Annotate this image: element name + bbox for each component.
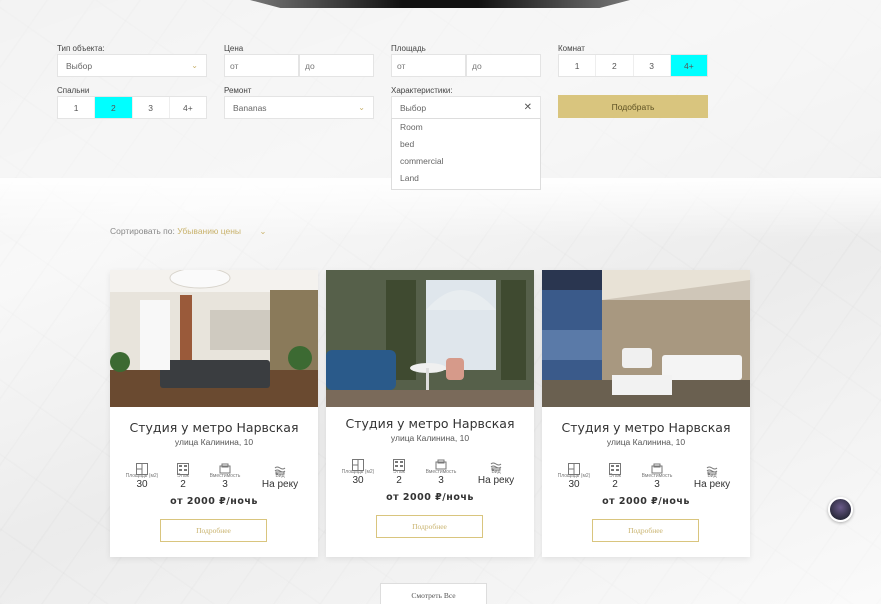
view-all-button[interactable]: Смотреть Все <box>380 583 487 604</box>
listing-photo <box>110 270 318 407</box>
renovation-label: Ремонт <box>224 86 252 95</box>
chevron-down-icon: ⌄ <box>259 226 267 236</box>
renovation-select[interactable]: Bananas ⌄ <box>224 96 374 119</box>
object-type-value: Выбор <box>66 60 93 71</box>
bedrooms-option[interactable]: 3 <box>133 97 170 118</box>
listing-title: Студия у метро Нарвская <box>561 420 731 435</box>
area-label: Площадь <box>391 44 426 53</box>
area-icon <box>352 456 364 471</box>
view-icon <box>706 460 718 475</box>
features-option[interactable]: bed <box>392 136 540 153</box>
listing-card[interactable]: Студия у метро Нарвская улица Калинина, … <box>110 270 318 557</box>
capacity-icon <box>435 456 447 470</box>
sort-control[interactable]: Сортировать по: Убыванию цены ⌄ <box>110 226 267 237</box>
capacity-icon <box>651 460 663 474</box>
listing-address: улица Калинина, 10 <box>174 437 254 447</box>
area-icon <box>136 460 148 475</box>
features-select[interactable]: Выбор ✕ <box>391 96 541 119</box>
top-dark-banner <box>250 0 630 8</box>
features-label: Характеристики: <box>391 86 453 95</box>
rooms-option[interactable]: 4+ <box>670 55 707 76</box>
listing-address: улица Калинина, 10 <box>390 433 470 443</box>
feature-value: 3 <box>654 479 660 490</box>
feature-value: На реку <box>693 479 731 490</box>
view-icon <box>490 456 502 471</box>
features-option[interactable]: commercial <box>392 153 540 170</box>
details-button[interactable]: Подробнее <box>592 519 699 542</box>
bedrooms-label: Спальни <box>57 86 90 95</box>
bedrooms-selector: 1 2 3 4+ <box>57 96 207 119</box>
listing-feature: Вид На реку <box>471 456 521 486</box>
features-option[interactable]: Room <box>392 119 540 136</box>
features-value: Выбор <box>400 102 427 113</box>
sort-label: Сортировать по: <box>110 226 175 236</box>
listing-feature: Вместимость 3 <box>200 460 250 490</box>
rooms-label: Комнат <box>558 44 585 53</box>
area-range: от до <box>391 54 541 77</box>
listing-title: Студия у метро Нарвская <box>345 416 515 431</box>
listing-photo <box>542 270 750 407</box>
rooms-option[interactable]: 3 <box>634 55 671 76</box>
bedrooms-option[interactable]: 4+ <box>170 97 206 118</box>
chevron-down-icon: ⌄ <box>358 103 365 112</box>
feature-value: На реку <box>261 479 299 490</box>
floor-icon <box>177 460 189 475</box>
features-dropdown: Room bed commercial Land <box>391 118 541 190</box>
details-button[interactable]: Подробнее <box>376 515 483 538</box>
floor-icon <box>609 460 621 475</box>
capacity-icon <box>219 460 231 474</box>
listing-price: от 2000 ₽/ночь <box>602 496 690 507</box>
price-range: от до <box>224 54 374 77</box>
sort-value: Убыванию цены <box>177 226 242 236</box>
rooms-option[interactable]: 1 <box>559 55 597 76</box>
close-icon[interactable]: ✕ <box>524 102 532 113</box>
listing-price: от 2000 ₽/ночь <box>170 496 258 507</box>
chat-avatar[interactable] <box>828 497 853 522</box>
listing-card[interactable]: Студия у метро Нарвская улица Калинина, … <box>542 270 750 557</box>
view-icon <box>274 460 286 475</box>
listing-feature: Вид На реку <box>255 460 305 490</box>
renovation-value: Bananas <box>233 102 267 113</box>
listing-card[interactable]: Студия у метро Нарвская улица Калинина, … <box>326 270 534 557</box>
area-to-input[interactable]: до <box>466 54 541 77</box>
price-to-input[interactable]: до <box>299 54 374 77</box>
object-type-label: Тип объекта: <box>57 44 105 53</box>
price-label: Цена <box>224 44 244 53</box>
feature-value: 3 <box>438 475 444 486</box>
price-from-input[interactable]: от <box>224 54 299 77</box>
listing-address: улица Калинина, 10 <box>606 437 686 447</box>
rooms-option[interactable]: 2 <box>596 55 634 76</box>
features-option[interactable]: Land <box>392 170 540 187</box>
listing-feature: Вместимость 3 <box>416 456 466 486</box>
chevron-down-icon: ⌄ <box>191 61 198 70</box>
listing-feature: Вид На реку <box>687 460 737 490</box>
floor-icon <box>393 456 405 471</box>
area-from-input[interactable]: от <box>391 54 466 77</box>
bedrooms-option[interactable]: 2 <box>95 97 133 118</box>
bedrooms-option[interactable]: 1 <box>58 97 96 118</box>
feature-value: На реку <box>477 475 515 486</box>
feature-value: 3 <box>222 479 228 490</box>
object-type-select[interactable]: Выбор ⌄ <box>57 54 207 77</box>
area-icon <box>568 460 580 475</box>
listing-price: от 2000 ₽/ночь <box>386 492 474 503</box>
submit-button[interactable]: Подобрать <box>558 95 708 118</box>
listing-title: Студия у метро Нарвская <box>129 420 299 435</box>
listing-photo <box>326 270 534 407</box>
rooms-selector: 1 2 3 4+ <box>558 54 708 77</box>
details-button[interactable]: Подробнее <box>160 519 267 542</box>
listing-feature: Вместимость 3 <box>632 460 682 490</box>
